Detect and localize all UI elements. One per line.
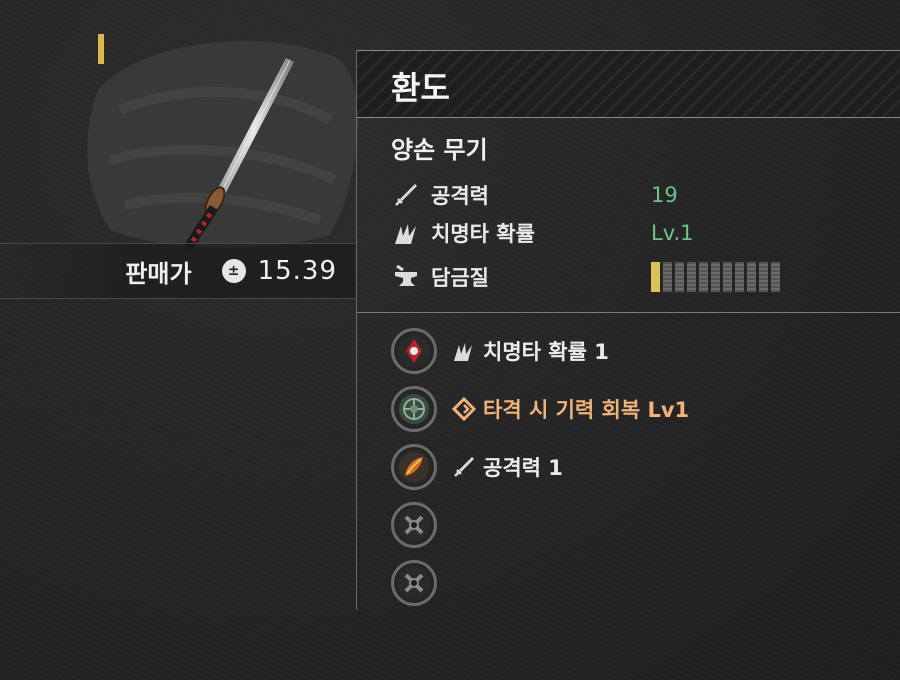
durability-segment-empty	[699, 262, 708, 292]
anvil-icon	[391, 262, 421, 292]
item-info-panel: 환도 양손 무기 공격력 19 치명타 확률 Lv.1 담금질 치명타 확률 1…	[356, 50, 900, 610]
stat-label: 공격력	[431, 184, 489, 208]
trait-text: 공격력 1	[483, 456, 563, 480]
trait-row[interactable]: 타격 시 기력 회복 Lv1	[391, 384, 871, 434]
stat-row-attack: 공격력 19	[391, 178, 871, 212]
item-title-bar: 환도	[357, 50, 900, 118]
item-detail-screen: 판매가 ± 15.39 환도 양손 무기 공격력 19 치명타 확률 Lv.1	[0, 0, 900, 680]
red-gem-socket	[391, 328, 437, 374]
critical-slash-icon	[451, 338, 477, 364]
stat-label: 치명타 확률	[431, 222, 535, 246]
empty-socket	[391, 502, 437, 548]
orange-gem-socket	[391, 444, 437, 490]
trait-text: 치명타 확률 1	[483, 340, 609, 364]
stat-row-tempering: 담금질	[391, 260, 871, 294]
sell-price-label: 판매가	[125, 259, 192, 288]
durability-segment-empty	[759, 262, 768, 292]
section-divider	[357, 312, 900, 313]
durability-bar	[651, 262, 780, 292]
coin-icon: ±	[221, 259, 246, 283]
durability-segment-empty	[675, 262, 684, 292]
item-type: 양손 무기	[391, 136, 488, 164]
empty-socket	[391, 560, 437, 606]
durability-segment-empty	[663, 262, 672, 292]
trait-row[interactable]: 공격력 1	[391, 442, 871, 492]
sword-icon	[451, 454, 477, 480]
sell-price-value: 15.39	[257, 256, 337, 286]
stat-value: Lv.1	[651, 221, 694, 245]
stat-row-critical: 치명타 확률 Lv.1	[391, 216, 871, 250]
durability-segment-empty	[747, 262, 756, 292]
empty-trait-slot[interactable]	[391, 558, 871, 608]
green-gem-socket	[391, 386, 437, 432]
rarity-indicator	[98, 34, 104, 64]
durability-segment-empty	[687, 262, 696, 292]
sword-icon	[391, 180, 421, 210]
durability-segment-empty	[723, 262, 732, 292]
stat-value: 19	[651, 183, 678, 207]
diamond-spiral-icon	[451, 396, 477, 422]
durability-segment-empty	[711, 262, 720, 292]
item-name: 환도	[391, 69, 450, 107]
trait-row[interactable]: 치명타 확률 1	[391, 326, 871, 376]
stat-label: 담금질	[431, 266, 489, 290]
sell-price-row: 판매가 ± 15.39	[0, 243, 355, 299]
durability-segment-filled	[651, 262, 660, 292]
item-image	[80, 30, 370, 260]
durability-segment-empty	[771, 262, 780, 292]
trait-text: 타격 시 기력 회복 Lv1	[483, 398, 690, 422]
empty-trait-slot[interactable]	[391, 500, 871, 550]
durability-segment-empty	[735, 262, 744, 292]
critical-slash-icon	[391, 218, 421, 248]
